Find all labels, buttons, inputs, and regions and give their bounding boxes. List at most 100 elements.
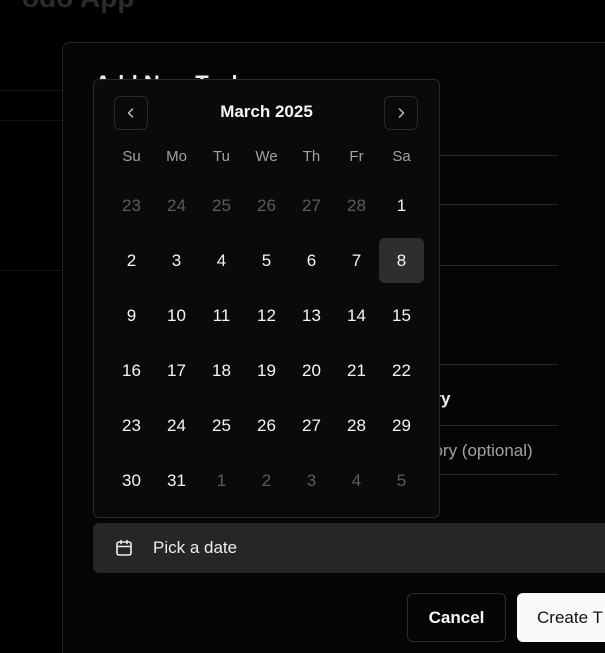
calendar-day[interactable]: 22 <box>379 343 424 398</box>
calendar-day[interactable]: 19 <box>244 343 289 398</box>
calendar-day[interactable]: 16 <box>109 343 154 398</box>
cancel-button[interactable]: Cancel <box>407 593 506 642</box>
calendar-day-outside[interactable]: 5 <box>379 453 424 508</box>
calendar-day-label: 20 <box>302 360 321 380</box>
calendar-day-outside[interactable]: 4 <box>334 453 379 508</box>
weekday-label: Th <box>302 148 321 165</box>
calendar-day[interactable]: 5 <box>244 233 289 288</box>
divider <box>0 120 62 121</box>
chevron-right-icon <box>394 106 408 120</box>
calendar-day[interactable]: 20 <box>289 343 334 398</box>
calendar-day-label: 30 <box>122 470 141 490</box>
category-input[interactable]: gory (optional) <box>440 427 605 475</box>
weekday-label: Sa <box>392 148 411 165</box>
calendar-day[interactable]: 24 <box>154 398 199 453</box>
calendar-day[interactable]: 21 <box>334 343 379 398</box>
calendar-day-selected[interactable]: 8 <box>379 233 424 288</box>
calendar-day-label: 8 <box>379 238 424 283</box>
calendar-day[interactable]: 17 <box>154 343 199 398</box>
calendar-day-label: 16 <box>122 360 141 380</box>
calendar-day-outside[interactable]: 26 <box>244 178 289 233</box>
calendar-day-label: 25 <box>212 415 231 435</box>
calendar-day-outside[interactable]: 27 <box>289 178 334 233</box>
calendar-day-label: 14 <box>347 305 366 325</box>
weekday-label: Su <box>122 148 141 165</box>
calendar-day[interactable]: 15 <box>379 288 424 343</box>
weekday-label: We <box>255 148 278 165</box>
calendar-day-label: 31 <box>167 470 186 490</box>
calendar-day[interactable]: 2 <box>109 233 154 288</box>
calendar-day-label: 26 <box>257 195 276 215</box>
next-month-button[interactable] <box>384 96 418 130</box>
calendar-day[interactable]: 31 <box>154 453 199 508</box>
weekday-label: Fr <box>349 148 364 165</box>
calendar-day-label: 22 <box>392 360 411 380</box>
calendar-day[interactable]: 9 <box>109 288 154 343</box>
calendar-day-label: 15 <box>392 305 411 325</box>
calendar-day-label: 28 <box>347 195 366 215</box>
calendar-day-outside[interactable]: 1 <box>199 453 244 508</box>
app-title: odo App <box>22 0 134 14</box>
calendar-day-outside[interactable]: 23 <box>109 178 154 233</box>
calendar-day[interactable]: 7 <box>334 233 379 288</box>
calendar-day-label: 12 <box>257 305 276 325</box>
calendar-day-label: 6 <box>306 250 317 270</box>
calendar-day-label: 10 <box>167 305 186 325</box>
calendar-day-label: 5 <box>396 470 407 490</box>
calendar-day[interactable]: 12 <box>244 288 289 343</box>
calendar-day-label: 18 <box>212 360 231 380</box>
calendar-day-label: 3 <box>171 250 182 270</box>
calendar-day[interactable]: 29 <box>379 398 424 453</box>
calendar-day-outside[interactable]: 28 <box>334 178 379 233</box>
calendar-day[interactable]: 14 <box>334 288 379 343</box>
category-placeholder: gory (optional) <box>440 441 533 460</box>
calendar-popover: March 2025 Su Mo Tu We Th Fr Sa 23 24 25 26… <box>93 79 440 518</box>
calendar-day[interactable]: 26 <box>244 398 289 453</box>
calendar-day-outside[interactable]: 2 <box>244 453 289 508</box>
calendar-day-label: 27 <box>302 195 321 215</box>
calendar-day-label: 4 <box>216 250 227 270</box>
calendar-day-label: 29 <box>392 415 411 435</box>
page: odo App Add New Task ory gory (optional)… <box>0 0 605 653</box>
calendar-day[interactable]: 13 <box>289 288 334 343</box>
create-task-button[interactable]: Create T <box>517 593 605 642</box>
calendar-day[interactable]: 27 <box>289 398 334 453</box>
calendar-day[interactable]: 4 <box>199 233 244 288</box>
calendar-day-label: 17 <box>167 360 186 380</box>
calendar-day-label: 28 <box>347 415 366 435</box>
calendar-day[interactable]: 30 <box>109 453 154 508</box>
calendar-day-outside[interactable]: 25 <box>199 178 244 233</box>
calendar-day[interactable]: 3 <box>154 233 199 288</box>
date-picker-button[interactable]: Pick a date <box>93 523 605 573</box>
calendar-day-label: 2 <box>126 250 137 270</box>
calendar-day[interactable]: 18 <box>199 343 244 398</box>
calendar-day[interactable]: 1 <box>379 178 424 233</box>
calendar-day[interactable]: 11 <box>199 288 244 343</box>
calendar-day-label: 24 <box>167 415 186 435</box>
calendar-day-label: 7 <box>351 250 362 270</box>
calendar-day-label: 27 <box>302 415 321 435</box>
calendar-icon <box>115 539 133 557</box>
date-picker-label: Pick a date <box>153 538 238 557</box>
calendar-day-label: 25 <box>212 195 231 215</box>
calendar-day[interactable]: 25 <box>199 398 244 453</box>
calendar-day-label: 11 <box>212 305 231 325</box>
calendar-day-label: 23 <box>122 415 141 435</box>
calendar-day-label: 5 <box>261 250 272 270</box>
calendar-day-label: 21 <box>347 360 366 380</box>
calendar-day-label: 1 <box>396 195 407 215</box>
calendar-day-label: 1 <box>216 470 227 490</box>
weekday-label: Mo <box>166 148 187 165</box>
calendar-day-label: 26 <box>257 415 276 435</box>
calendar-day[interactable]: 23 <box>109 398 154 453</box>
calendar-day[interactable]: 6 <box>289 233 334 288</box>
weekday-header: Su Mo Tu We Th Fr Sa <box>109 148 424 165</box>
calendar-day[interactable]: 28 <box>334 398 379 453</box>
divider <box>0 90 62 91</box>
calendar-day-outside[interactable]: 24 <box>154 178 199 233</box>
calendar-day-label: 13 <box>302 305 321 325</box>
calendar-day-label: 9 <box>126 305 137 325</box>
calendar-day-outside[interactable]: 3 <box>289 453 334 508</box>
calendar-day[interactable]: 10 <box>154 288 199 343</box>
calendar-day-label: 19 <box>257 360 276 380</box>
